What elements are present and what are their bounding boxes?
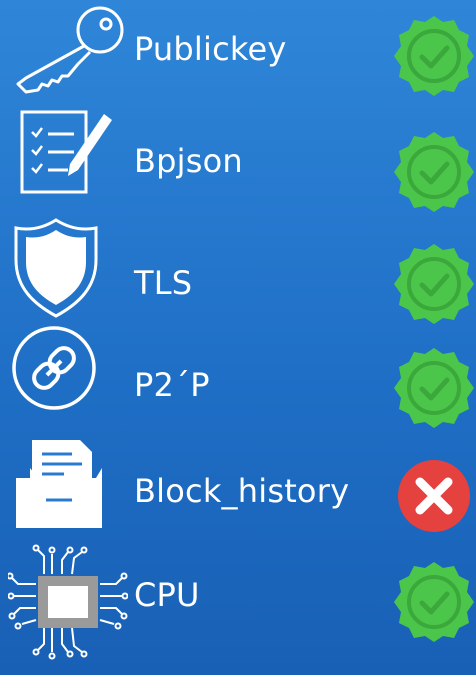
error-x-icon — [392, 458, 476, 542]
check-badge-icon — [392, 130, 476, 214]
row-block-history: Block_history — [0, 434, 476, 546]
label-cpu: CPU — [134, 576, 200, 614]
label-bpjson: Bpjson — [134, 142, 243, 180]
shield-icon — [8, 216, 128, 328]
folder-document-icon — [8, 434, 128, 546]
document-pen-icon — [8, 108, 128, 220]
check-badge-icon — [392, 242, 476, 326]
row-cpu: CPU — [0, 544, 476, 660]
cpu-chip-icon — [8, 544, 128, 660]
label-block-history: Block_history — [134, 472, 350, 510]
row-tls: TLS — [0, 216, 476, 328]
link-icon — [8, 326, 128, 438]
row-p2p: P2´P — [0, 326, 476, 438]
label-p2p: P2´P — [134, 366, 210, 404]
label-publickey: Publickey — [134, 30, 287, 68]
row-bpjson: Bpjson — [0, 108, 476, 220]
check-badge-icon — [392, 14, 476, 98]
row-publickey: Publickey — [0, 0, 476, 112]
label-tls: TLS — [134, 264, 193, 302]
key-icon — [8, 0, 128, 112]
check-badge-icon — [392, 560, 476, 644]
check-badge-icon — [392, 346, 476, 430]
